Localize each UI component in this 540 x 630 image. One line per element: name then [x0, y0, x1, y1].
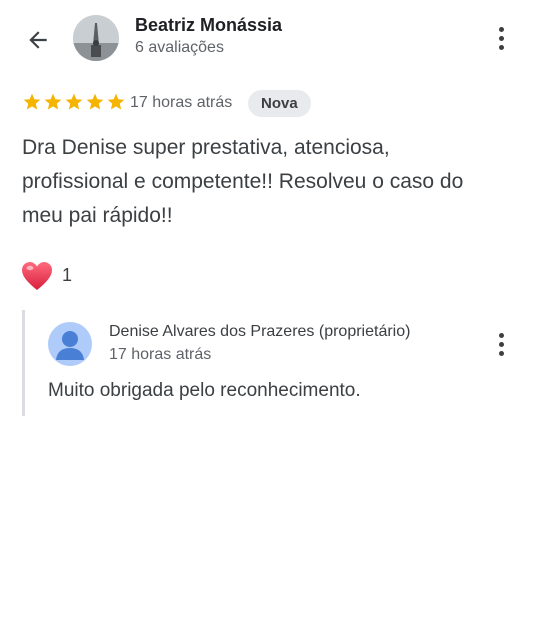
star-icon: [44, 93, 62, 110]
reviewer-photo: [73, 15, 119, 61]
back-button[interactable]: [20, 22, 56, 58]
new-badge: Nova: [248, 90, 311, 117]
star-icon: [86, 93, 104, 110]
reviewer-avatar[interactable]: [73, 15, 119, 61]
star-icon: [107, 93, 125, 110]
arrow-back-icon: [29, 31, 47, 49]
owner-name: Denise Alvares dos Prazeres (proprietári…: [109, 323, 411, 340]
review-text-line: profissional e competente!! Resolveu o c…: [22, 170, 464, 193]
reaction-count: 1: [62, 265, 73, 285]
review-text-line: meu pai rápido!!: [22, 204, 173, 227]
review-text: Dra Denise super prestativa, atenciosa, …: [22, 131, 522, 233]
reply-more-options-button[interactable]: [489, 329, 513, 359]
star-icon: [23, 93, 41, 110]
person-icon: [56, 331, 84, 360]
owner-reply-time: 17 horas atrás: [109, 346, 212, 363]
reviewer-name[interactable]: Beatriz Monássia: [135, 15, 282, 36]
review-text-line: Dra Denise super prestativa, atenciosa,: [22, 136, 390, 159]
owner-reply-text: Muito obrigada pelo reconhecimento.: [48, 380, 361, 401]
reviewer-review-count: 6 avaliações: [135, 39, 224, 56]
star-rating: [22, 92, 126, 112]
heart-icon: [22, 262, 52, 290]
more-vert-icon: [498, 26, 504, 32]
owner-avatar: [48, 322, 92, 366]
review-time: 17 horas atrás: [130, 94, 233, 111]
star-icon: [65, 93, 83, 110]
more-vert-icon: [498, 332, 504, 338]
heart-reaction-button[interactable]: [21, 261, 53, 296]
more-options-button[interactable]: [489, 23, 513, 53]
reply-divider: [22, 310, 25, 416]
